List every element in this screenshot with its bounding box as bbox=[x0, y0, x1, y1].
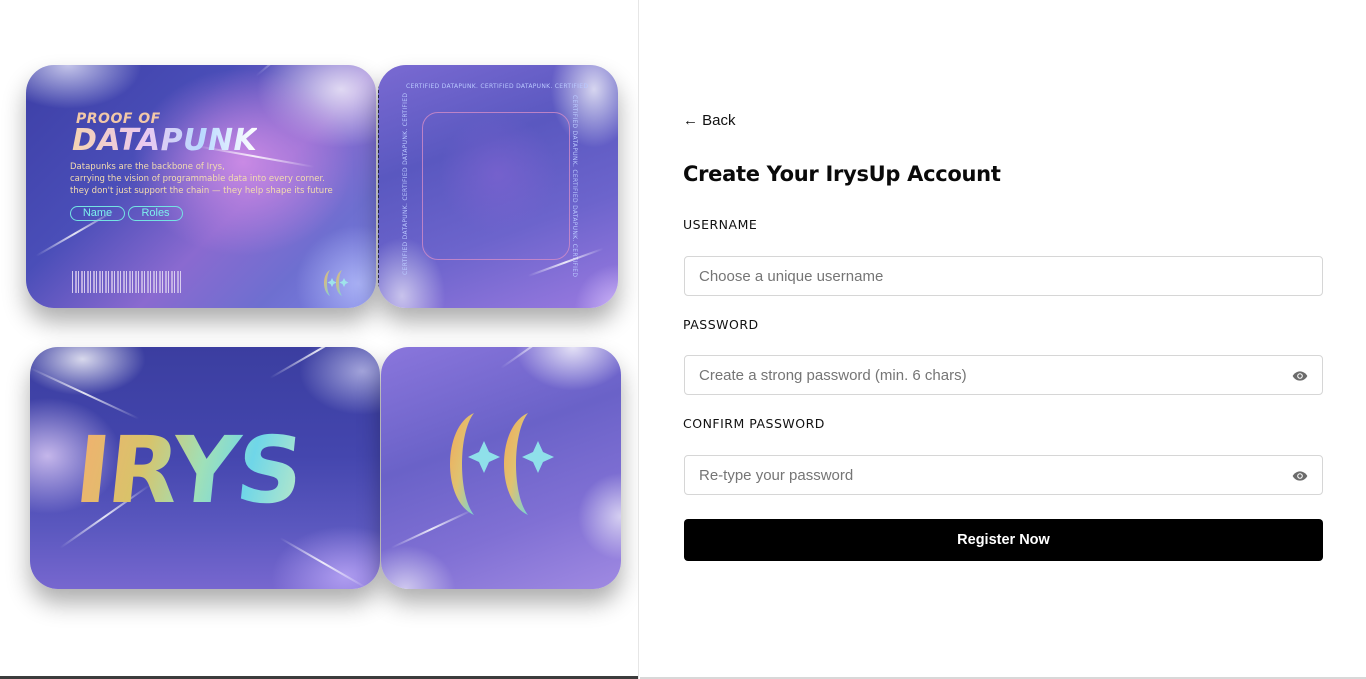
ticket-back-stub bbox=[381, 347, 621, 589]
password-field[interactable] bbox=[684, 355, 1323, 395]
irys-logo-icon bbox=[320, 268, 354, 304]
username-input[interactable] bbox=[685, 257, 1322, 295]
ticket-back-main: IRYS bbox=[30, 347, 380, 589]
username-label: USERNAME bbox=[683, 217, 758, 232]
description-line: Datapunks are the backbone of Irys, bbox=[70, 162, 225, 172]
perforation-line bbox=[378, 85, 379, 288]
holo-streak bbox=[279, 537, 368, 589]
datapunk-description: Datapunks are the backbone of Irys, carr… bbox=[70, 161, 335, 197]
certified-text-left: CERTIFIED DATAPUNK. CERTIFIED DATAPUNK. … bbox=[402, 92, 409, 275]
register-page: PROOF OF DATAPUNK Datapunks are the back… bbox=[0, 0, 1366, 679]
username-field[interactable] bbox=[684, 256, 1323, 296]
register-button[interactable]: Register Now bbox=[684, 519, 1323, 561]
description-line: carrying the vision of programmable data… bbox=[70, 174, 325, 184]
holo-streak bbox=[30, 367, 140, 420]
ticket-front-stub: CERTIFIED DATAPUNK. CERTIFIED DATAPUNK. … bbox=[378, 65, 618, 308]
barcode bbox=[72, 271, 182, 293]
register-form-panel: ← Back Create Your IrysUp Account USERNA… bbox=[640, 0, 1366, 679]
holo-streak bbox=[500, 347, 592, 369]
password-input[interactable] bbox=[685, 356, 1322, 394]
eye-icon[interactable] bbox=[1292, 368, 1308, 384]
stub-frame bbox=[422, 112, 570, 260]
confirm-password-field[interactable] bbox=[684, 455, 1323, 495]
ticket-showcase: PROOF OF DATAPUNK Datapunks are the back… bbox=[0, 0, 639, 679]
back-link[interactable]: ← Back bbox=[683, 112, 736, 129]
page-title: Create Your IrysUp Account bbox=[683, 162, 1001, 186]
holo-streak bbox=[269, 347, 366, 379]
confirm-password-label: CONFIRM PASSWORD bbox=[683, 416, 825, 431]
name-pill: Name bbox=[70, 206, 125, 221]
irys-wordmark: IRYS bbox=[70, 417, 307, 524]
eye-icon[interactable] bbox=[1292, 468, 1308, 484]
holo-streak bbox=[255, 65, 341, 77]
datapunk-title: DATAPUNK bbox=[72, 123, 258, 158]
confirm-password-input[interactable] bbox=[685, 456, 1322, 494]
crescent-logo-icon bbox=[450, 413, 554, 515]
description-line: they don't just support the chain — they… bbox=[70, 186, 333, 196]
password-label: PASSWORD bbox=[683, 317, 759, 332]
certified-text-right: CERTIFIED DATAPUNK. CERTIFIED DATAPUNK. … bbox=[571, 95, 578, 278]
roles-pill: Roles bbox=[128, 206, 183, 221]
ticket-front-main: PROOF OF DATAPUNK Datapunks are the back… bbox=[26, 65, 376, 308]
certified-text-top: CERTIFIED DATAPUNK. CERTIFIED DATAPUNK. … bbox=[406, 83, 589, 90]
crescent-logo-icon bbox=[324, 270, 349, 296]
